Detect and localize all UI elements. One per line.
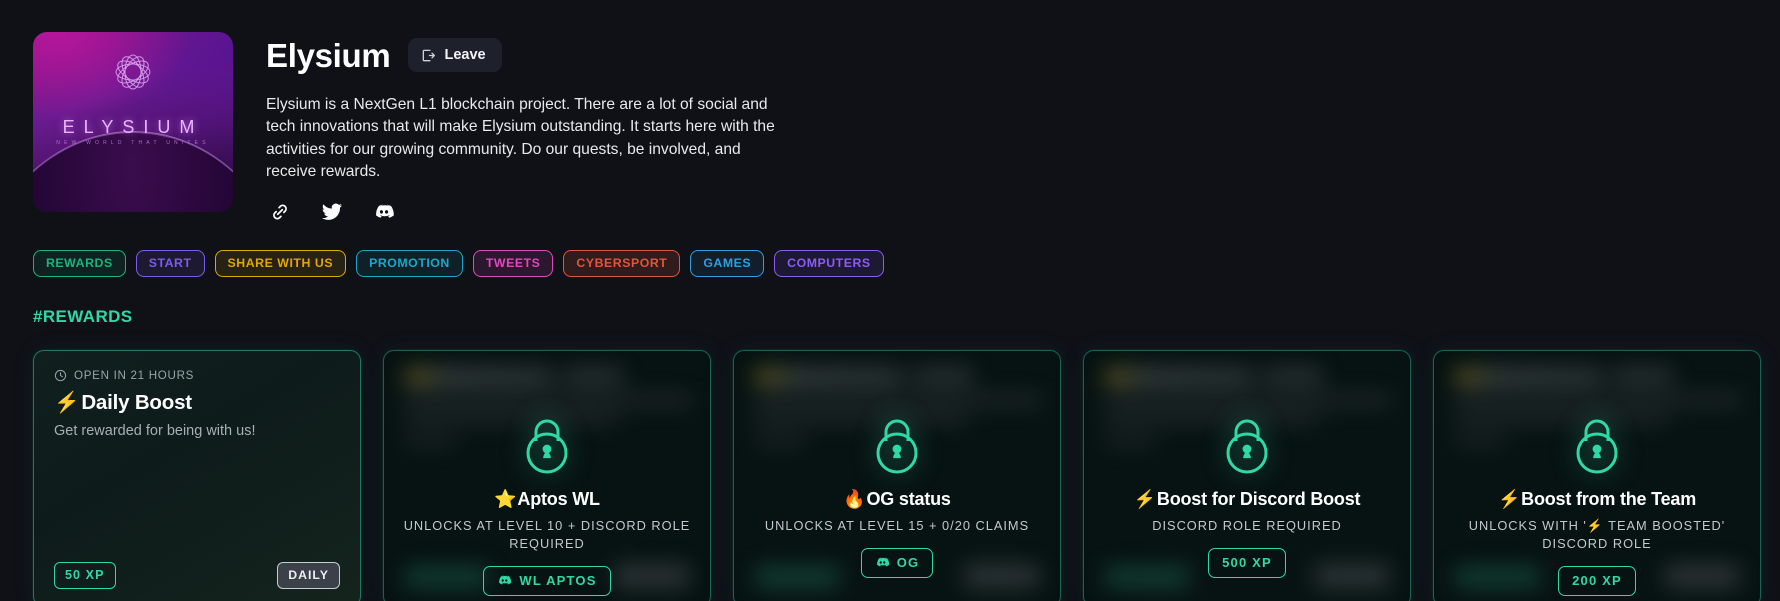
tag-list: REWARDS START SHARE WITH US PROMOTION TW…	[0, 223, 1780, 278]
tag-promotion[interactable]: PROMOTION	[356, 249, 463, 278]
card-title-text: Daily Boost	[81, 391, 192, 415]
discord-icon	[497, 573, 512, 588]
project-logo: ELYSIUM NEW WORLD THAT UNITES	[33, 32, 233, 212]
reward-badge: 500 XP	[1208, 548, 1286, 579]
tag-tweets[interactable]: TWEETS	[472, 249, 554, 278]
reward-card-boost-for-discord-boost[interactable]: ⚡ Boost for Discord Boost DISCORD ROLE R…	[1083, 350, 1411, 601]
requirement-prefix: UNLOCKS WITH '	[1468, 518, 1587, 534]
card-requirement: UNLOCKS WITH '⚡ TEAM BOOSTED' DISCORD RO…	[1450, 517, 1744, 553]
card-title-text: Aptos WL	[517, 489, 600, 510]
twitter-icon[interactable]	[321, 201, 343, 223]
tag-share-with-us[interactable]: SHARE WITH US	[214, 249, 347, 278]
card-status: OPEN IN 21 HOURS	[54, 369, 340, 382]
card-title-text: OG status	[866, 489, 951, 510]
xp-badge: 50 XP	[54, 562, 116, 590]
lock-icon	[868, 413, 926, 475]
reward-badge-label: OG	[896, 555, 920, 571]
reward-card-list: OPEN IN 21 HOURS ⚡ Daily Boost Get rewar…	[0, 327, 1780, 601]
card-title: ⚡ Boost from the Team	[1498, 489, 1696, 510]
elysium-emblem-icon	[107, 46, 159, 98]
reward-badge: 200 XP	[1558, 566, 1636, 597]
discord-icon	[875, 555, 890, 570]
project-description: Elysium is a NextGen L1 blockchain proje…	[266, 96, 775, 181]
reward-badge: OG	[860, 548, 934, 579]
tag-games[interactable]: GAMES	[690, 249, 765, 278]
reward-page: ELYSIUM NEW WORLD THAT UNITES Elysium Le…	[0, 0, 1780, 601]
reward-badge-label: WL APTOS	[519, 573, 597, 589]
card-title-text: Boost for Discord Boost	[1156, 489, 1361, 510]
frequency-badge: DAILY	[277, 562, 340, 590]
card-requirement: DISCORD ROLE REQUIRED	[1152, 518, 1342, 534]
link-icon[interactable]	[269, 201, 291, 223]
locked-card-content: ⚡ Boost for Discord Boost DISCORD ROLE R…	[1084, 489, 1410, 579]
card-requirement: UNLOCKS AT LEVEL 15 + 0/20 CLAIMS	[764, 518, 1030, 534]
lock-icon	[1568, 413, 1626, 475]
card-title: ⚡ Boost for Discord Boost	[1134, 489, 1361, 510]
card-status-label: OPEN IN 21 HOURS	[74, 369, 195, 383]
card-title: ⭐ Aptos WL	[494, 489, 600, 510]
card-footer: 50 XP DAILY	[54, 562, 340, 590]
project-info: Elysium Leave Elysium is a NextGen L1 bl…	[233, 32, 1780, 223]
tag-computers[interactable]: COMPUTERS	[774, 249, 884, 278]
tag-cybersport[interactable]: CYBERSPORT	[563, 249, 681, 278]
page-title: Elysium	[266, 36, 391, 74]
locked-card-content: 🔥 OG status UNLOCKS AT LEVEL 15 + 0/20 C…	[734, 489, 1060, 579]
lock-icon	[518, 413, 576, 475]
reward-card-daily-boost[interactable]: OPEN IN 21 HOURS ⚡ Daily Boost Get rewar…	[33, 350, 361, 601]
leave-button[interactable]: Leave	[408, 38, 502, 72]
star-emoji-icon: ⭐	[494, 489, 517, 510]
bolt-emoji-icon: ⚡	[1586, 518, 1604, 534]
reward-card-boost-from-the-team[interactable]: ⚡ Boost from the Team UNLOCKS WITH '⚡ TE…	[1433, 350, 1761, 601]
social-links	[266, 201, 1780, 223]
lock-icon	[1218, 413, 1276, 475]
title-row: Elysium Leave	[266, 32, 1780, 78]
project-header: ELYSIUM NEW WORLD THAT UNITES Elysium Le…	[0, 0, 1780, 223]
leave-button-label: Leave	[444, 47, 486, 63]
reward-badge-label: 500 XP	[1222, 555, 1272, 571]
clock-icon	[54, 369, 67, 382]
tag-start[interactable]: START	[135, 249, 205, 278]
card-title-text: Boost from the Team	[1521, 489, 1697, 510]
reward-badge: WL APTOS	[483, 566, 611, 597]
logo-wordmark: ELYSIUM	[62, 116, 204, 137]
section-title-rewards: #REWARDS	[33, 307, 133, 327]
reward-card-aptos-wl[interactable]: ⭐ Aptos WL UNLOCKS AT LEVEL 10 + DISCORD…	[383, 350, 711, 601]
tag-rewards[interactable]: REWARDS	[33, 249, 126, 278]
logo-subwordmark: NEW WORLD THAT UNITES	[56, 140, 210, 146]
card-title: 🔥 OG status	[843, 489, 951, 510]
reward-card-og-status[interactable]: 🔥 OG status UNLOCKS AT LEVEL 15 + 0/20 C…	[733, 350, 1061, 601]
card-requirement: UNLOCKS AT LEVEL 10 + DISCORD ROLE REQUI…	[403, 518, 691, 552]
locked-card-content: ⚡ Boost from the Team UNLOCKS WITH '⚡ TE…	[1434, 489, 1760, 597]
card-subtitle: Get rewarded for being with us!	[54, 423, 256, 440]
reward-badge-label: 200 XP	[1572, 573, 1622, 589]
fire-emoji-icon: 🔥	[843, 489, 866, 510]
card-title: ⚡ Daily Boost	[54, 391, 340, 415]
bolt-emoji-icon: ⚡	[1497, 489, 1521, 510]
discord-icon[interactable]	[373, 201, 395, 223]
bolt-emoji-icon: ⚡	[1133, 489, 1156, 510]
bolt-emoji-icon: ⚡	[54, 391, 80, 415]
locked-card-content: ⭐ Aptos WL UNLOCKS AT LEVEL 10 + DISCORD…	[384, 489, 710, 597]
logout-icon	[421, 48, 436, 63]
